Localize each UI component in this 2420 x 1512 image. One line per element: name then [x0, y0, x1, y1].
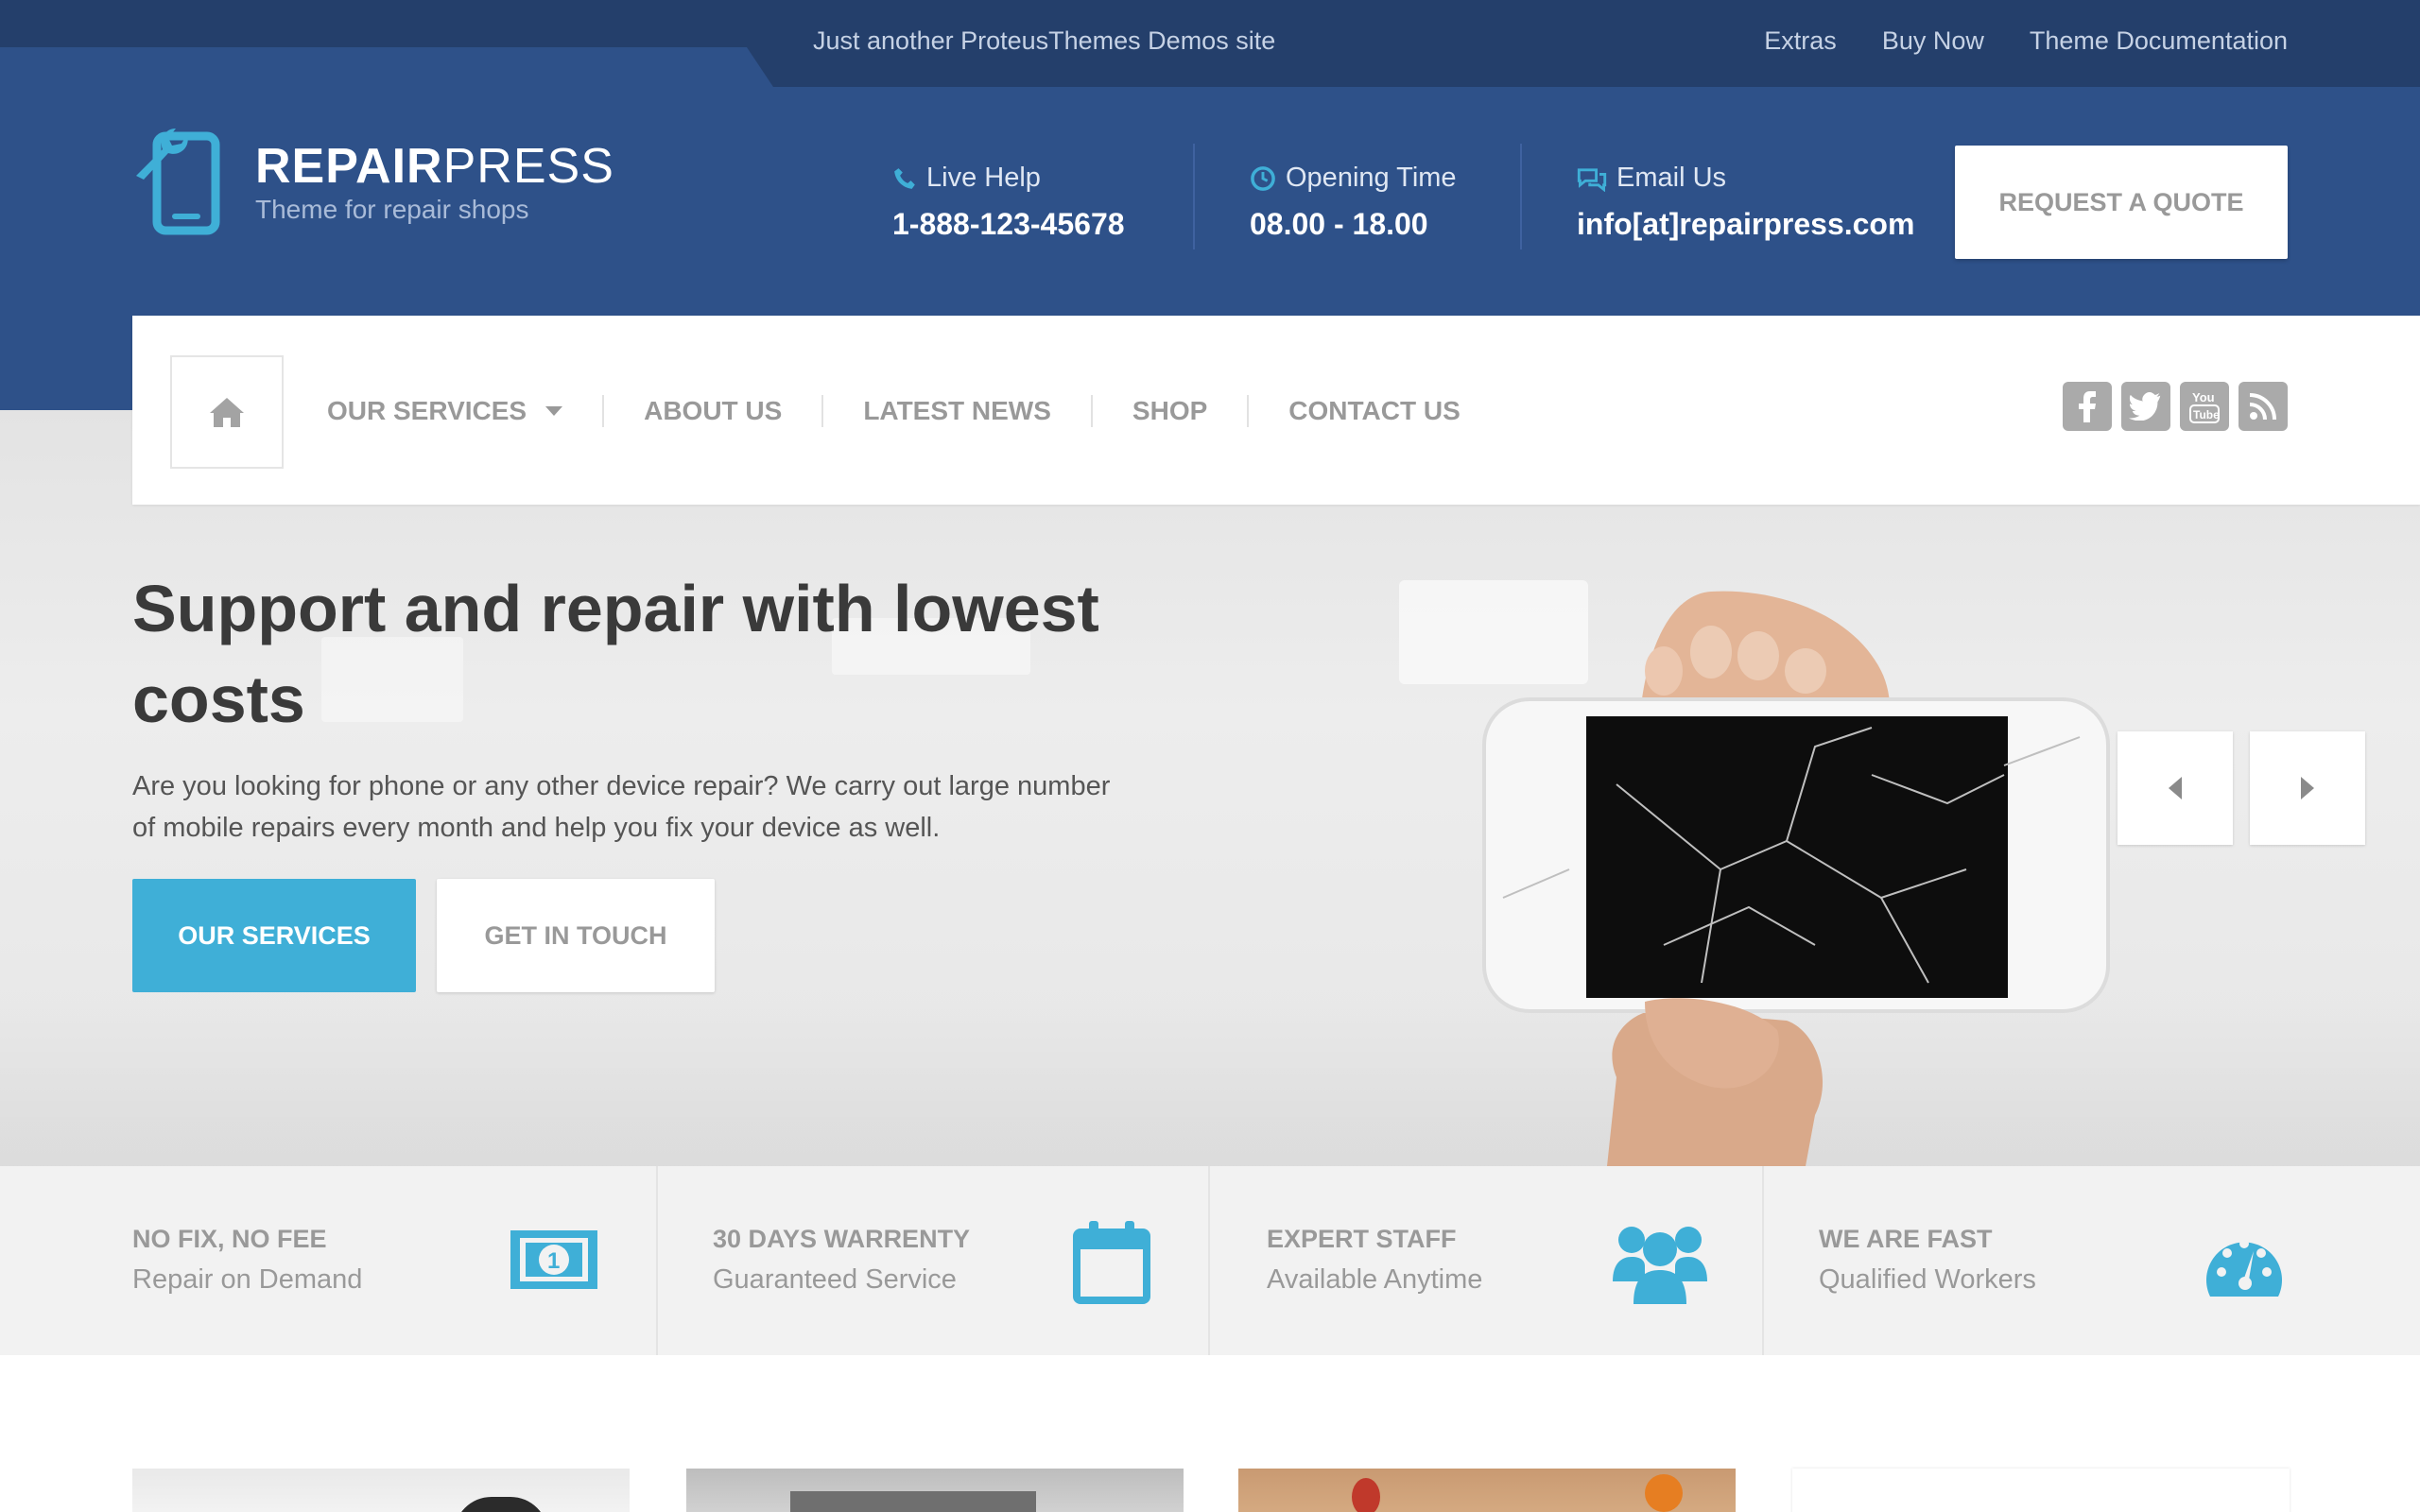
youtube-link[interactable]: You Tube — [2180, 382, 2229, 431]
nav-divider — [821, 395, 824, 427]
social-links: You Tube — [2063, 382, 2288, 431]
clock-icon — [1251, 165, 1275, 191]
card-image-detail — [790, 1491, 1036, 1512]
top-link-extras[interactable]: Extras — [1764, 26, 1837, 56]
svg-text:Tube: Tube — [2193, 408, 2220, 421]
home-button[interactable] — [170, 355, 284, 469]
speedometer-icon — [2206, 1239, 2282, 1297]
feature-title: 30 DAYS WARRENTY — [713, 1225, 971, 1253]
header-extension — [0, 316, 132, 410]
brand-logo[interactable]: REPAIRPRESS Theme for repair shops — [130, 127, 614, 240]
home-icon — [210, 398, 244, 427]
nav-item-latest-news[interactable]: LATEST NEWS — [863, 396, 1051, 426]
our-services-button[interactable]: OUR SERVICES — [132, 879, 416, 992]
main-navigation: OUR SERVICES ABOUT US LATEST NEWS SHOP C… — [132, 316, 2420, 505]
opening-time-value: 08.00 - 18.00 — [1250, 207, 1428, 241]
opening-time-label: Opening Time — [1286, 163, 1457, 193]
nav-item-shop[interactable]: SHOP — [1132, 396, 1207, 426]
caret-left-icon — [2169, 777, 2182, 799]
feature-item: WE ARE FAST Qualified Workers — [1764, 1166, 2420, 1355]
service-card[interactable] — [1238, 1469, 1736, 1512]
top-bar: Just another ProteusThemes Demos site Ex… — [0, 0, 2420, 90]
nav-divider — [602, 395, 605, 427]
contact-live-help-label: Live Help — [892, 163, 1125, 194]
features-bar: NO FIX, NO FEE Repair on Demand 1 30 DAY… — [0, 1166, 2420, 1355]
request-quote-button[interactable]: REQUEST A QUOTE — [1955, 146, 2288, 259]
svg-text:1: 1 — [547, 1248, 560, 1274]
rss-icon — [2249, 393, 2276, 421]
contact-opening-time: Opening Time 08.00 - 18.00 — [1250, 163, 1457, 242]
top-links: Extras Buy Now Theme Documentation — [1764, 26, 2288, 56]
nav-item-label: OUR SERVICES — [327, 396, 527, 425]
rss-link[interactable] — [2238, 382, 2288, 431]
feature-subtitle: Available Anytime — [1267, 1264, 1483, 1295]
brand-name-bold: REPAIR — [255, 139, 443, 194]
cracked-phone-image — [1482, 591, 2110, 1166]
feature-item: NO FIX, NO FEE Repair on Demand 1 — [0, 1166, 656, 1355]
youtube-icon: You Tube — [2189, 390, 2220, 423]
contact-email-label: Email Us — [1577, 163, 1914, 194]
feature-subtitle: Qualified Workers — [1819, 1264, 2036, 1295]
users-icon — [1613, 1227, 1707, 1304]
phone-wrench-icon — [136, 129, 220, 235]
chat-icon — [1577, 167, 1607, 192]
card-image-detail — [454, 1497, 548, 1512]
feature-subtitle: Repair on Demand — [132, 1264, 363, 1295]
phone-icon — [894, 167, 915, 189]
site-tagline: Just another ProteusThemes Demos site — [813, 26, 1276, 55]
live-help-label: Live Help — [926, 163, 1041, 193]
get-in-touch-button[interactable]: GET IN TOUCH — [437, 879, 715, 992]
email-label: Email Us — [1616, 163, 1727, 193]
card-image-detail — [1645, 1474, 1683, 1512]
service-card[interactable] — [132, 1469, 630, 1512]
nav-menu: OUR SERVICES ABOUT US LATEST NEWS SHOP C… — [327, 395, 1461, 427]
feature-item: EXPERT STAFF Available Anytime — [1210, 1166, 1762, 1355]
hero-title: Support and repair with lowest costs — [132, 572, 1099, 736]
card-image-detail — [1352, 1478, 1380, 1512]
twitter-link[interactable] — [2121, 382, 2170, 431]
facebook-icon — [2079, 391, 2096, 422]
nav-divider — [1090, 395, 1093, 427]
contact-live-help: Live Help 1-888-123-45678 — [892, 163, 1125, 242]
brand-name-light: PRESS — [442, 139, 614, 194]
brand-tagline: Theme for repair shops — [255, 195, 529, 224]
feature-title: NO FIX, NO FEE — [132, 1225, 327, 1253]
twitter-icon — [2129, 392, 2161, 421]
contact-email: Email Us info[at]repairpress.com — [1577, 163, 1914, 242]
service-card[interactable] — [686, 1469, 1184, 1512]
chevron-down-icon — [545, 406, 563, 416]
divider — [1520, 144, 1522, 249]
nav-item-about-us[interactable]: ABOUT US — [644, 396, 782, 426]
top-link-buy-now[interactable]: Buy Now — [1882, 26, 1984, 56]
nav-divider — [1247, 395, 1250, 427]
feature-title: WE ARE FAST — [1819, 1225, 1993, 1253]
slider-prev-button[interactable] — [2118, 731, 2233, 845]
facebook-link[interactable] — [2063, 382, 2112, 431]
money-icon: 1 — [510, 1230, 597, 1289]
divider — [1193, 144, 1195, 249]
hero-description: Are you looking for phone or any other d… — [132, 771, 1111, 843]
feature-title: EXPERT STAFF — [1267, 1225, 1457, 1253]
top-bar-tab — [0, 47, 775, 90]
contact-opening-time-label: Opening Time — [1250, 163, 1457, 194]
feature-item: 30 DAYS WARRENTY Guaranteed Service — [658, 1166, 1208, 1355]
slider-next-button[interactable] — [2250, 731, 2365, 845]
email-address[interactable]: info[at]repairpress.com — [1577, 207, 1914, 242]
top-link-theme-documentation[interactable]: Theme Documentation — [2030, 26, 2288, 56]
service-card[interactable] — [1792, 1469, 2290, 1512]
calendar-icon — [1073, 1221, 1150, 1304]
svg-text:You: You — [2192, 390, 2215, 404]
nav-item-contact-us[interactable]: CONTACT US — [1288, 396, 1460, 426]
live-help-phone[interactable]: 1-888-123-45678 — [892, 207, 1125, 242]
nav-item-our-services[interactable]: OUR SERVICES — [327, 396, 563, 426]
feature-subtitle: Guaranteed Service — [713, 1264, 957, 1295]
brand-name: REPAIRPRESS — [255, 138, 614, 195]
caret-right-icon — [2301, 777, 2314, 799]
